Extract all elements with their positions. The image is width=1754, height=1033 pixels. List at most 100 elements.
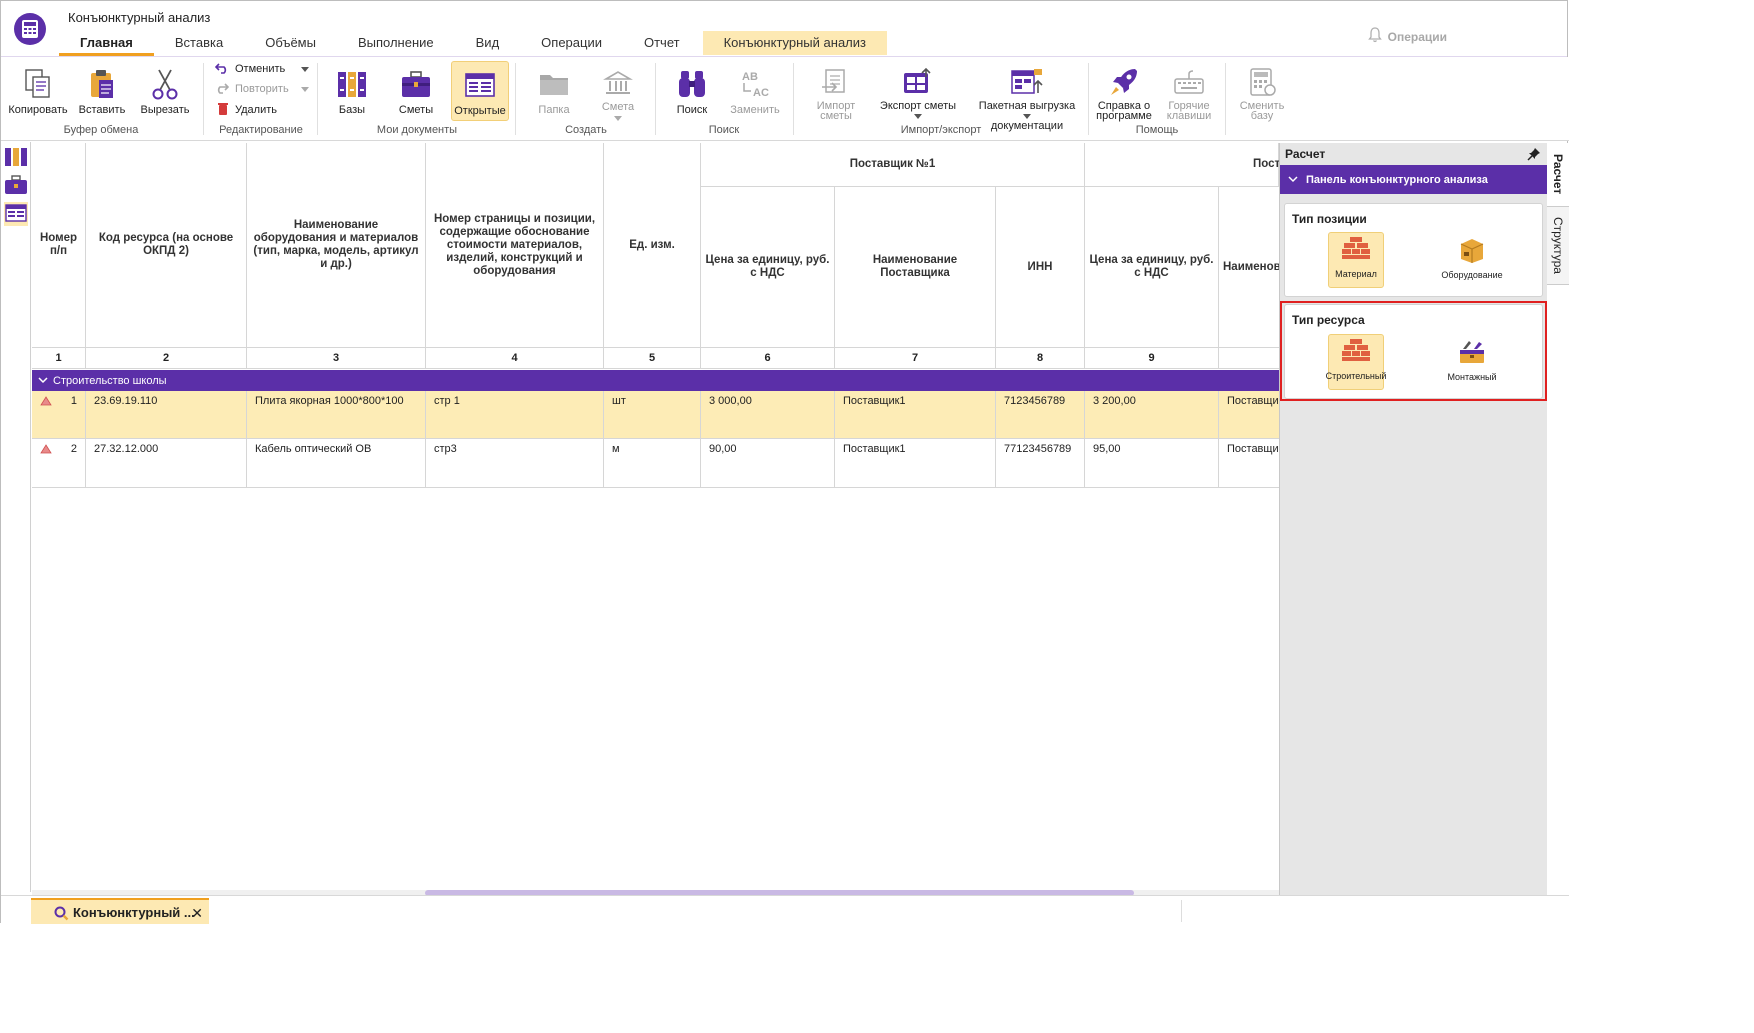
operations-button[interactable]: Операции (1367, 27, 1447, 46)
column-header[interactable]: Ед. изм. (604, 143, 701, 348)
export-estimate-button[interactable]: Экспорт сметы (877, 61, 959, 121)
column-header[interactable]: ИНН (996, 187, 1085, 348)
mounting-button[interactable]: Монтажный (1444, 334, 1500, 390)
import-estimate-button[interactable]: Импорт сметы (801, 61, 871, 122)
column-number (1219, 348, 1279, 369)
chevron-down-icon[interactable] (301, 66, 310, 72)
side-tabs: Расчет Структура (1547, 143, 1569, 895)
tab-volumes[interactable]: Объёмы (244, 31, 337, 55)
delete-button[interactable]: Удалить (217, 101, 277, 119)
column-header[interactable]: Номер п/п (32, 143, 86, 348)
tab-home[interactable]: Главная (59, 31, 154, 56)
batch-export-button[interactable]: Пакетная выгрузка документации (975, 61, 1079, 132)
cut-button[interactable]: Вырезать (137, 61, 193, 121)
replace-button[interactable]: AB AC Заменить (729, 61, 781, 121)
cell-name[interactable]: Кабель оптический ОВ (247, 439, 426, 488)
warning-icon (40, 396, 52, 409)
bases-button[interactable]: Базы (329, 61, 375, 121)
material-button[interactable]: Материал (1328, 232, 1384, 288)
mounting-label: Монтажный (1447, 372, 1497, 382)
ribbon-tabs: Главная Вставка Объёмы Выполнение Вид Оп… (59, 31, 887, 56)
cell-price-1[interactable]: 90,00 (701, 439, 835, 488)
cell-supplier-2[interactable]: Поставщик (1219, 391, 1279, 439)
cell-page[interactable]: стр 1 (426, 391, 604, 439)
chevron-down-icon (914, 114, 922, 119)
row-number-cell[interactable]: 2 (32, 439, 86, 488)
pin-icon[interactable] (1527, 147, 1541, 161)
cell-price-1[interactable]: 3 000,00 (701, 391, 835, 439)
cell-price-2[interactable]: 95,00 (1085, 439, 1219, 488)
calc-panel: Расчет Панель конъюнктурного анализа Тип… (1279, 143, 1548, 895)
cell-inn[interactable]: 77123456789 (996, 439, 1085, 488)
books-icon[interactable] (4, 146, 28, 170)
search-group-label: Поиск (708, 124, 740, 136)
folder-button[interactable]: Папка (531, 61, 577, 121)
tab-calc[interactable]: Расчет (1547, 143, 1569, 207)
tab-execution[interactable]: Выполнение (337, 31, 455, 55)
ribbon-separator (515, 63, 516, 135)
column-header[interactable]: Наименование Поставщика (835, 187, 996, 348)
app-logo-icon[interactable] (14, 13, 46, 45)
cell-unit[interactable]: м (604, 439, 701, 488)
undo-label: Отменить (235, 63, 286, 75)
cell-code[interactable]: 23.69.19.110 (86, 391, 247, 439)
export-estimate-text: Экспорт сметы (879, 100, 957, 112)
group-my-documents: Базы Сметы Открытые Мои документы (319, 57, 515, 141)
cell-inn[interactable]: 7123456789 (996, 391, 1085, 439)
panel-title: Расчет (1285, 147, 1326, 161)
tab-market-analysis[interactable]: Конъюнктурный анализ (702, 31, 887, 55)
column-header[interactable]: Наименование оборудования и материалов (… (247, 143, 426, 348)
new-estimate-button[interactable]: Смета (595, 61, 641, 121)
my-docs-group-label: Мои документы (376, 124, 458, 136)
cell-name[interactable]: Плита якорная 1000*800*100 (247, 391, 426, 439)
bell-icon (1367, 27, 1382, 46)
column-header[interactable]: Цена за единицу, руб. с НДС (1085, 187, 1219, 348)
tab-operations[interactable]: Операции (520, 31, 623, 55)
column-header[interactable]: Наименов (1219, 187, 1279, 348)
copy-label: Копировать (8, 104, 68, 116)
cell-code[interactable]: 27.32.12.000 (86, 439, 247, 488)
briefcase-icon (399, 67, 433, 101)
open-docs-button[interactable]: Открытые (451, 61, 509, 121)
hotkeys-button[interactable]: Горячие клавиши (1162, 61, 1216, 122)
chevron-down-icon[interactable] (38, 375, 48, 387)
chevron-down-icon[interactable] (300, 86, 309, 92)
cell-supplier-2[interactable]: Поставщик (1219, 439, 1279, 488)
copy-button[interactable]: Копировать (7, 61, 69, 121)
group-row[interactable]: Строительство школы (32, 370, 1279, 391)
row-number: 2 (70, 443, 77, 455)
cell-page[interactable]: стр3 (426, 439, 604, 488)
paste-button[interactable]: Вставить (75, 61, 129, 121)
briefcase-icon[interactable] (4, 174, 28, 198)
column-header[interactable]: Цена за единицу, руб. с НДС (701, 187, 835, 348)
ribbon-separator (203, 63, 204, 135)
redo-button[interactable]: Повторить (215, 80, 309, 98)
construction-button[interactable]: Строительный (1326, 334, 1386, 390)
replace-icon: AB AC (738, 67, 772, 101)
market-analysis-table: Номер п/п Код ресурса (на основе ОКПД 2)… (32, 143, 1279, 891)
equipment-button[interactable]: Оборудование (1441, 232, 1503, 288)
close-icon[interactable]: ✕ (191, 905, 203, 922)
about-button[interactable]: Справка о программе (1096, 61, 1152, 122)
undo-button[interactable]: Отменить (214, 60, 310, 78)
cell-supplier-1[interactable]: Поставщик1 (835, 391, 996, 439)
tab-report[interactable]: Отчет (623, 31, 701, 55)
cell-supplier-1[interactable]: Поставщик1 (835, 439, 996, 488)
find-button[interactable]: Поиск (669, 61, 715, 121)
column-header[interactable]: Код ресурса (на основе ОКПД 2) (86, 143, 247, 348)
column-header[interactable]: Номер страницы и позиции, содержащие обо… (426, 143, 604, 348)
row-number-cell[interactable]: 1 (32, 391, 86, 439)
tab-view[interactable]: Вид (455, 31, 521, 55)
switch-base-button[interactable]: Сменить базу (1235, 61, 1289, 122)
document-tab[interactable]: Конъюнктурный ... ✕ (31, 898, 209, 924)
estimates-button[interactable]: Сметы (393, 61, 439, 121)
open-windows-icon[interactable] (4, 202, 28, 226)
batch-export-text: Пакетная выгрузка (978, 100, 1076, 112)
cell-unit[interactable]: шт (604, 391, 701, 439)
cell-price-2[interactable]: 3 200,00 (1085, 391, 1219, 439)
panel-section-header[interactable]: Панель конъюнктурного анализа (1280, 165, 1548, 194)
supplier-2-group-header: Постав (1085, 143, 1279, 187)
tab-insert[interactable]: Вставка (154, 31, 244, 55)
tab-structure[interactable]: Структура (1547, 207, 1569, 285)
paste-label: Вставить (78, 104, 126, 116)
